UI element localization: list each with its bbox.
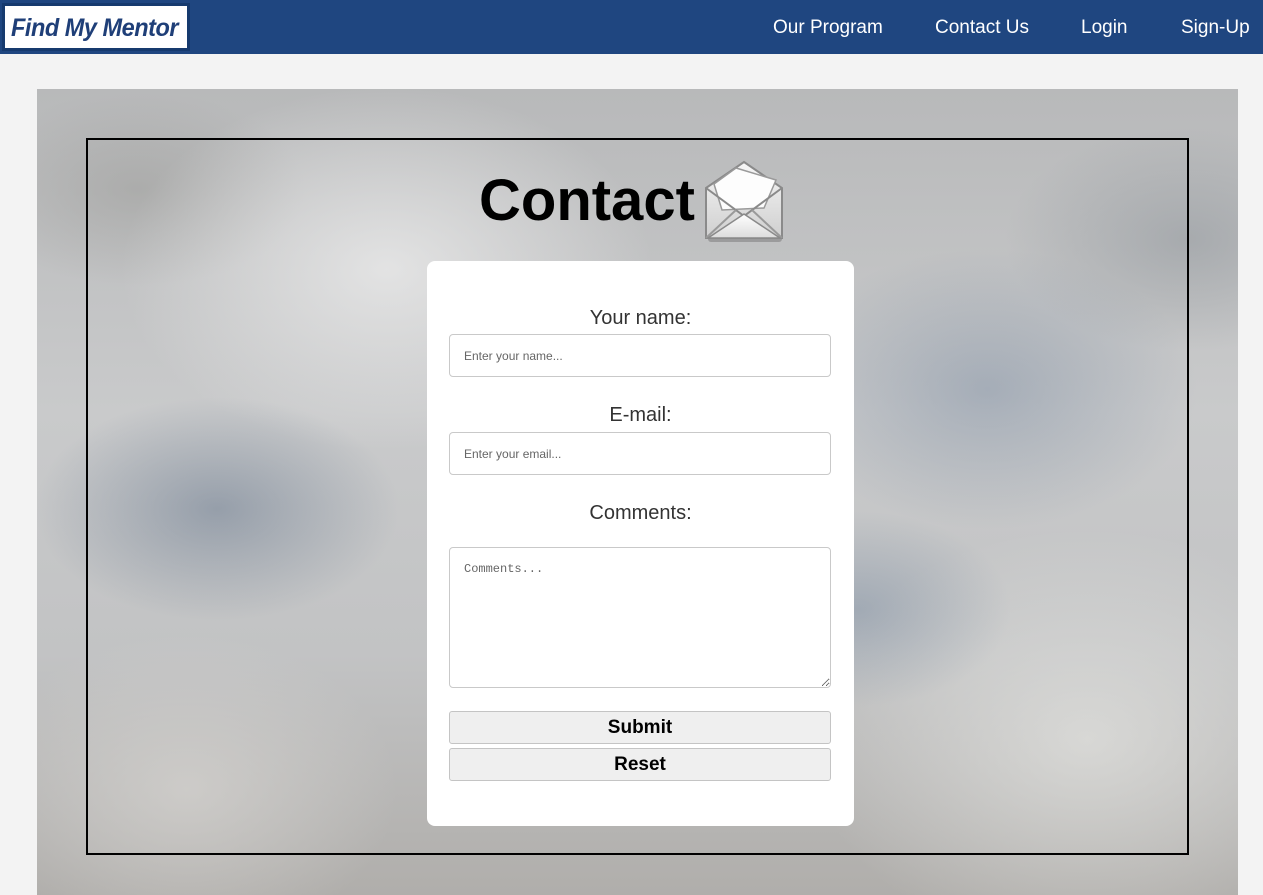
- nav-our-program[interactable]: Our Program: [773, 17, 883, 39]
- contact-form-card: Your name: E-mail: Comments: Submit Rese…: [427, 261, 854, 826]
- reset-button[interactable]: Reset: [449, 748, 831, 781]
- name-label: Your name:: [589, 307, 692, 329]
- page-title: Contact: [479, 168, 695, 233]
- email-input[interactable]: [449, 432, 831, 475]
- nav-sign-up[interactable]: Sign-Up: [1181, 17, 1250, 39]
- comments-textarea[interactable]: [449, 547, 831, 688]
- logo-text: Find My Mentor: [11, 14, 179, 42]
- nav-login[interactable]: Login: [1081, 17, 1128, 39]
- brand-logo[interactable]: Find My Mentor: [2, 3, 190, 51]
- top-navbar: Find My Mentor Our Program Contact Us Lo…: [0, 0, 1263, 54]
- nav-contact-us[interactable]: Contact Us: [935, 17, 1029, 39]
- name-input[interactable]: [449, 334, 831, 377]
- email-label: E-mail:: [609, 404, 672, 426]
- submit-button[interactable]: Submit: [449, 711, 831, 744]
- comments-label: Comments:: [589, 502, 692, 524]
- envelope-icon: [705, 160, 783, 242]
